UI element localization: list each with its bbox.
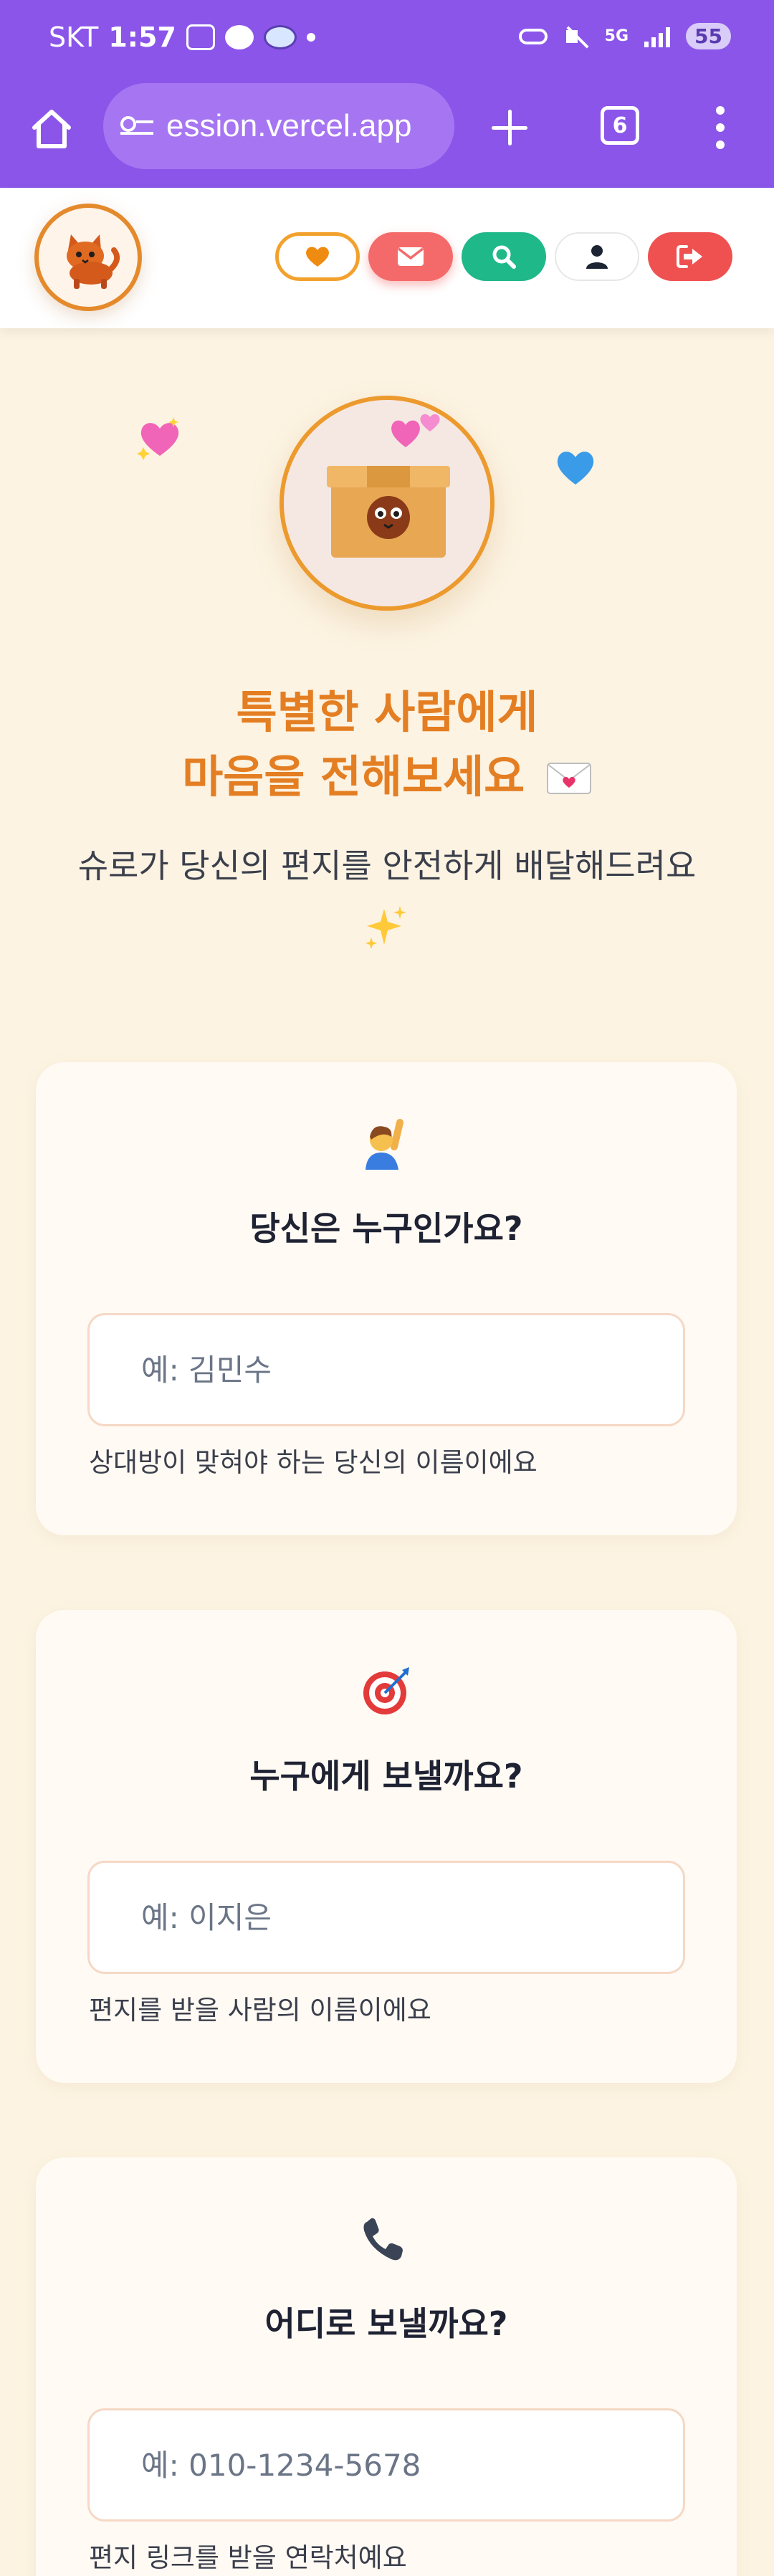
two-hearts-icon	[391, 414, 440, 447]
love-letter-icon	[546, 763, 591, 794]
cat-icon	[67, 234, 120, 289]
user-icon	[586, 245, 608, 269]
mute-icon	[563, 24, 589, 49]
address-bar[interactable]: ession.vercel.app	[103, 83, 454, 169]
home-icon[interactable]	[30, 108, 73, 151]
cat-logo[interactable]	[34, 204, 142, 311]
sender-question: 당신은 누구인가요?	[249, 1209, 523, 1248]
sender-hint: 상대방이 맞혀야 하는 당신의 이름이에요	[89, 1447, 538, 1478]
battery-indicator: 55	[686, 23, 731, 49]
search-icon	[492, 245, 516, 269]
sparkles-icon	[366, 906, 406, 949]
app-header	[0, 188, 774, 328]
blue-heart-icon	[557, 452, 594, 485]
phone-card: 어디로 보낼까요? 편지 링크를 받을 연락처예요	[36, 2157, 737, 2576]
phone-hint: 편지 링크를 받을 연락처예요	[89, 2542, 407, 2573]
new-tab-icon[interactable]	[492, 110, 527, 146]
logout-icon	[677, 245, 702, 268]
sender-name-input[interactable]	[87, 1313, 685, 1426]
target-icon	[363, 1667, 409, 1714]
talk-icon	[224, 25, 254, 49]
url-text[interactable]: ession.vercel.app	[166, 108, 411, 144]
site-settings-icon[interactable]	[120, 112, 156, 140]
carrier-label: SKT	[49, 22, 99, 53]
cat-box-icon	[327, 466, 450, 558]
raising-hand-icon	[366, 1119, 403, 1170]
favorites-button[interactable]	[275, 232, 360, 281]
hero-badge	[280, 396, 494, 611]
chat-icon	[263, 25, 297, 49]
key-icon	[518, 28, 548, 44]
phone-question: 어디로 보낼까요?	[264, 2304, 508, 2343]
envelope-icon	[397, 247, 424, 266]
telephone-receiver-icon	[363, 2218, 403, 2261]
logout-button[interactable]	[648, 232, 732, 281]
network-type: 5G	[604, 27, 629, 45]
screenshot-icon	[186, 24, 215, 50]
tab-switcher-button[interactable]: 6	[601, 106, 639, 145]
clock: 1:57	[108, 22, 176, 53]
notification-dot-icon	[306, 33, 315, 42]
search-button[interactable]	[462, 232, 546, 281]
more-menu-icon[interactable]	[715, 106, 725, 149]
browser-toolbar: ession.vercel.app 6	[0, 77, 774, 188]
hero-title-line1: 특별한 사람에게	[236, 686, 538, 738]
recipient-name-input[interactable]	[87, 1861, 685, 1974]
profile-button[interactable]	[555, 232, 639, 281]
sparkling-heart-icon	[137, 417, 179, 460]
recipient-card: 누구에게 보낼까요? 편지를 받을 사람의 이름이에요	[36, 1610, 737, 2083]
recipient-question: 누구에게 보낼까요?	[249, 1757, 523, 1795]
sender-card: 당신은 누구인가요? 상대방이 맞혀야 하는 당신의 이름이에요	[36, 1062, 737, 1535]
recipient-hint: 편지를 받을 사람의 이름이에요	[89, 1995, 431, 2026]
phone-number-input[interactable]	[87, 2408, 685, 2522]
status-bar: SKT 1:57 5G 55	[0, 0, 774, 77]
nav-buttons	[275, 232, 732, 281]
hero-subtitle: 슈로가 당신의 편지를 안전하게 배달해드려요	[77, 846, 697, 885]
signal-icon	[644, 26, 671, 47]
heart-icon	[306, 247, 329, 267]
letters-button[interactable]	[368, 232, 453, 281]
hero-title-line2: 마음을 전해보세요	[0, 744, 774, 810]
hero-title-text: 마음을 전해보세요	[182, 750, 525, 803]
